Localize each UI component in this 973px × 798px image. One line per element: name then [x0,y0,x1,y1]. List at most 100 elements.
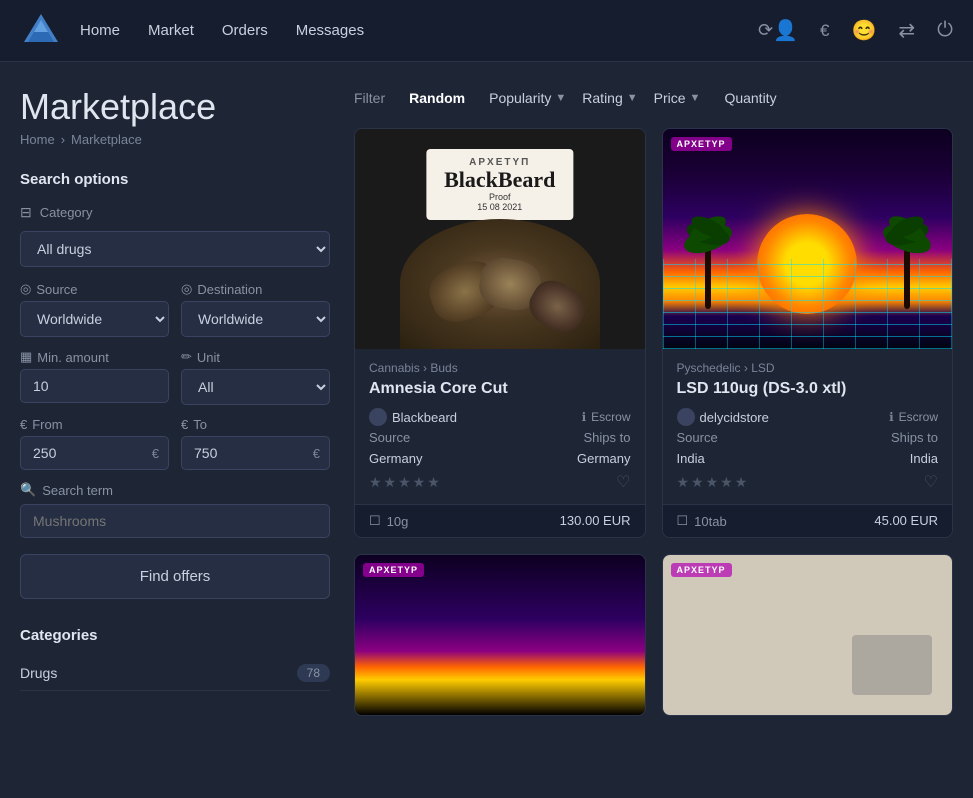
refresh-icon[interactable]: ⟳ [758,20,773,41]
product-footer-1: ☐ 10g 130.00 EUR [355,504,645,537]
pencil-icon: ✏ [181,349,192,365]
product-name-2[interactable]: LSD 110ug (DS-3.0 xtl) [677,380,939,398]
filter-quantity[interactable]: Quantity [716,86,784,110]
app-logo[interactable] [20,10,62,52]
nav-orders[interactable]: Orders [222,22,268,39]
face-icon[interactable]: 😊 [852,18,877,43]
footer-qty-2: ☐ 10tab [677,513,808,529]
nav-messages[interactable]: Messages [296,22,364,39]
filter-price[interactable]: Price ▼ [654,90,701,106]
vendor-left-1: Blackbeard [369,408,498,426]
vendor-name-1[interactable]: Blackbeard [392,410,457,425]
palm-right [877,189,937,309]
main-container: Marketplace Home › Marketplace Search op… [0,62,973,798]
category-count: 78 [297,664,330,682]
filter-random[interactable]: Random [401,86,473,110]
product-card-1: APXETYП BlackBeard Proof15 08 2021 Canna… [354,128,646,538]
product-category-2: Pyschedelic › LSD [677,361,939,375]
from-input[interactable] [20,436,169,470]
source-group: ◎ Source Worldwide [20,281,169,337]
min-amount-input[interactable] [20,369,169,403]
from-currency-suffix: € [152,446,159,461]
min-amount-label: ▦ Min. amount [20,349,169,365]
amount-unit-row: ▦ Min. amount ✏ Unit All [20,349,330,405]
search-icon: 🔍 [20,482,36,498]
info-icon-1: ℹ [582,410,587,424]
navbar: Home Market Orders Messages ⟳ 👤 € 😊 ⇄ ⏻ [0,0,973,62]
breadcrumb-home[interactable]: Home [20,132,55,147]
navbar-right-icons: 👤 € 😊 ⇄ ⏻ [773,18,953,43]
exchange-icon[interactable]: ⇄ [898,18,915,43]
ships-col-2: Ships to India [807,430,938,466]
search-term-label: 🔍 Search term [20,482,330,498]
user-icon[interactable]: 👤 [773,18,798,43]
stars-row-1: ★★★★★ ♡ [369,472,631,492]
min-amount-group: ▦ Min. amount [20,349,169,405]
product-info-1: Cannabis › Buds Amnesia Core Cut Blackbe… [355,349,645,504]
source-val-1: Germany [369,451,500,466]
source-select[interactable]: Worldwide [20,301,169,337]
nav-home[interactable]: Home [80,22,120,39]
product-card-3: APXETYP [354,554,646,716]
sidebar: Marketplace Home › Marketplace Search op… [20,86,330,798]
bar-chart-icon: ▦ [20,349,32,365]
source-label: ◎ Source [20,281,169,297]
source-col-2: Source India [677,430,808,466]
product-category-1: Cannabis › Buds [369,361,631,375]
filter-bar: Filter Random Popularity ▼ Rating ▼ Pric… [354,86,953,110]
heart-icon-1[interactable]: ♡ [616,472,630,492]
escrow-text-2: Escrow [899,410,938,424]
product-image-3: APXETYP [355,555,645,715]
category-item-drugs[interactable]: Drugs 78 [20,656,330,691]
category-label: Category [40,205,93,220]
filter-popularity[interactable]: Popularity ▼ [489,90,566,106]
destination-group: ◎ Destination Worldwide [181,281,330,337]
filter-label: Filter [354,90,385,106]
star-rating-1: ★★★★★ [369,474,442,491]
vendor-left-2: delycidstore [677,408,806,426]
category-name: Drugs [20,665,57,681]
heart-icon-2[interactable]: ♡ [924,472,938,492]
to-input-wrap: € [181,436,330,470]
rating-arrow-icon: ▼ [627,92,638,104]
info-icon-2: ℹ [889,410,894,424]
destination-location-icon: ◎ [181,281,192,297]
from-input-wrap: € [20,436,169,470]
product-image-4: APXETYP [663,555,953,715]
category-select[interactable]: All drugs [20,231,330,267]
star-rating-2: ★★★★★ [677,474,750,491]
buds-visual [400,219,600,349]
ships-val-2: India [807,451,938,466]
from-label: € From [20,417,169,432]
filter-rating[interactable]: Rating ▼ [582,90,637,106]
product-footer-2: ☐ 10tab 45.00 EUR [663,504,953,537]
page-title: Marketplace [20,86,330,128]
vendor-name-2[interactable]: delycidstore [700,410,769,425]
ships-val-1: Germany [500,451,631,466]
price-val-2: 45.00 EUR [874,513,938,528]
bb-proof: Proof15 08 2021 [444,192,555,212]
power-icon[interactable]: ⏻ [937,19,953,42]
popularity-arrow-icon: ▼ [555,92,566,104]
to-input[interactable] [181,436,330,470]
category-icon: ⊟ [20,204,32,221]
unit-group: ✏ Unit All [181,349,330,405]
find-offers-button[interactable]: Find offers [20,554,330,599]
escrow-right-1: ℹ Escrow [502,410,631,424]
price-arrow-icon: ▼ [690,92,701,104]
archetyp-badge-2: APXETYP [671,137,732,151]
nav-market[interactable]: Market [148,22,194,39]
unit-select[interactable]: All [181,369,330,405]
package-icon-1: ☐ [369,513,381,529]
product-name-1[interactable]: Amnesia Core Cut [369,380,631,398]
vendor-avatar-2 [677,408,695,426]
stars-row-2: ★★★★★ ♡ [677,472,939,492]
from-group: € From € [20,417,169,470]
euro-icon[interactable]: € [820,21,829,41]
price-range-row: € From € € To € [20,417,330,470]
price-val-1: 130.00 EUR [560,513,631,528]
product-grid: APXETYП BlackBeard Proof15 08 2021 Canna… [354,128,953,716]
search-term-input[interactable] [20,504,330,538]
vendor-row-1: Blackbeard ℹ Escrow [369,408,631,426]
destination-select[interactable]: Worldwide [181,301,330,337]
